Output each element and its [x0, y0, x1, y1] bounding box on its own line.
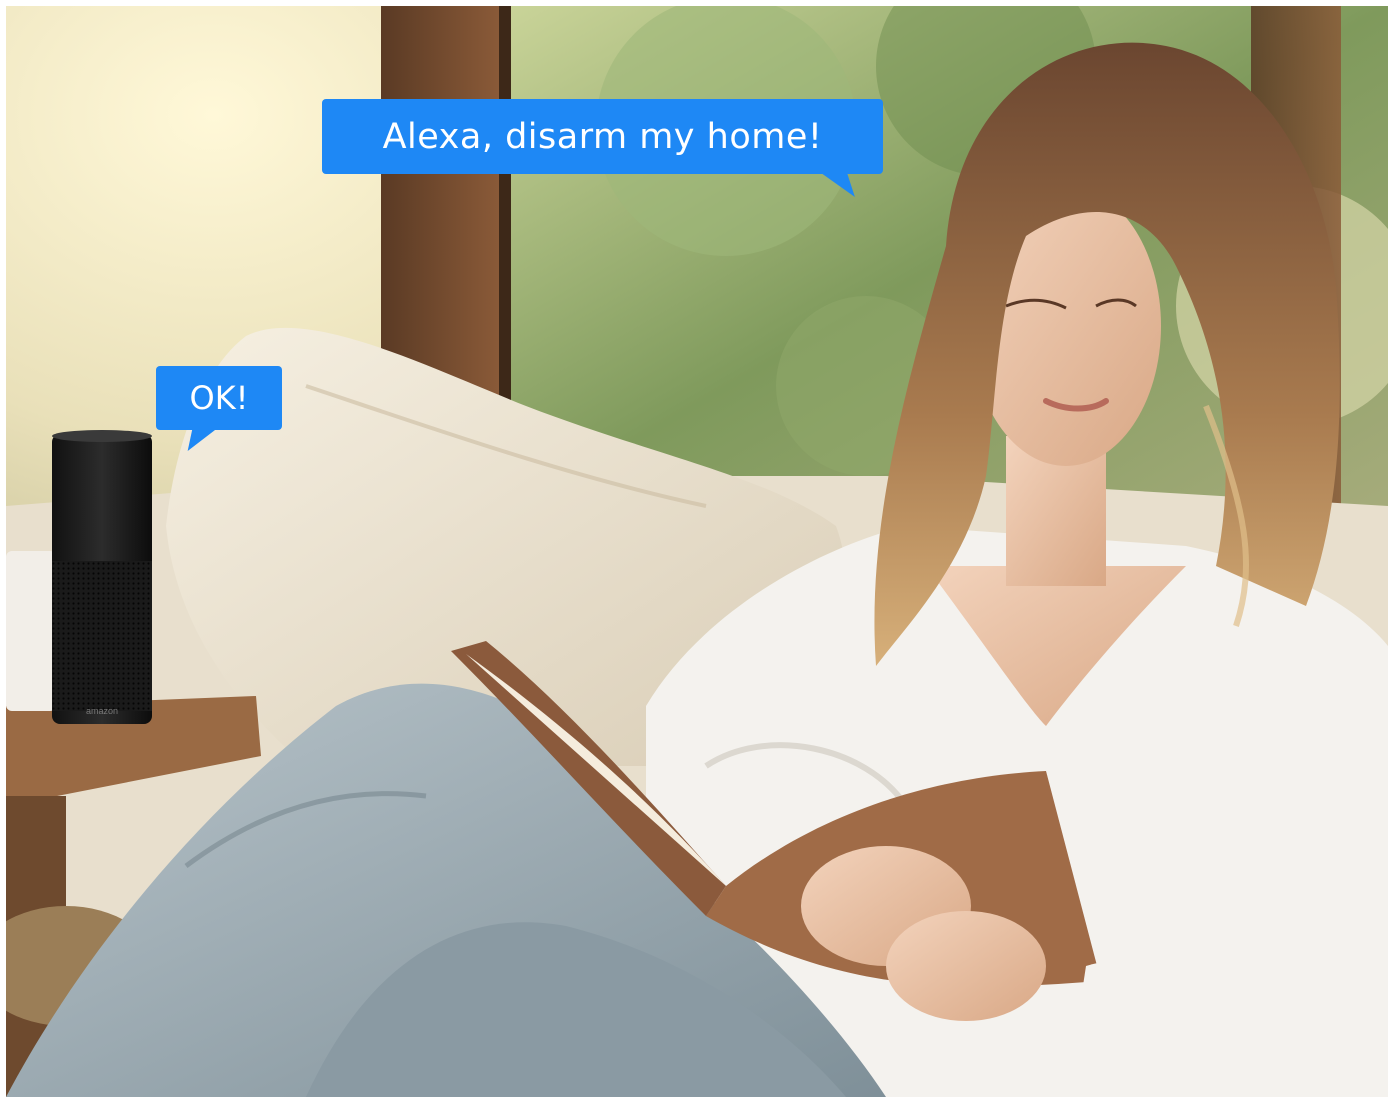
lifestyle-photo: amazon Alexa, disarm my home! OK!: [6, 6, 1388, 1097]
user-speech-bubble: Alexa, disarm my home!: [322, 99, 883, 197]
smart-speaker: amazon: [52, 430, 152, 724]
alexa-reply-bubble: OK!: [156, 366, 282, 451]
speech-bubble-tail: [187, 429, 217, 451]
user-speech-text: Alexa, disarm my home!: [382, 116, 823, 157]
alexa-reply-text: OK!: [189, 379, 249, 417]
speaker-brand-label: amazon: [86, 706, 118, 716]
